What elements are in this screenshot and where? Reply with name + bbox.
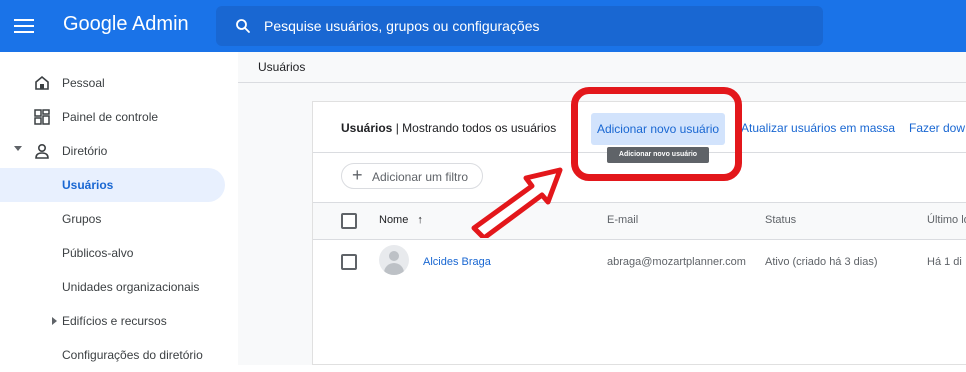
sidebar-item-diretorio[interactable]: Diretório [0, 134, 225, 168]
sidebar-item-label: Edifícios e recursos [62, 314, 167, 328]
sidebar-item-label: Painel de controle [62, 110, 159, 124]
column-header-name[interactable]: Nome ↑ [379, 214, 423, 226]
panel-title-strong: Usuários [341, 121, 393, 135]
sidebar-item-edificios[interactable]: Edifícios e recursos [0, 304, 225, 338]
top-bar: Google Admin Pesquise usuários, grupos o… [0, 0, 966, 52]
bulk-update-link[interactable]: Atualizar usuários em massa [741, 121, 895, 135]
menu-icon[interactable] [14, 16, 34, 36]
app-name[interactable]: Google Admin [63, 13, 189, 36]
sidebar-item-label: Grupos [62, 212, 102, 226]
user-name-link[interactable]: Alcides Braga [423, 256, 491, 268]
annotation-arrow-icon [471, 167, 563, 238]
dashboard-icon [34, 109, 50, 125]
sort-arrow-icon[interactable]: ↑ [417, 214, 423, 226]
row-checkbox[interactable] [341, 254, 357, 270]
filter-label: Adicionar um filtro [372, 170, 469, 184]
sidebar-item-usuarios[interactable]: Usuários [0, 168, 225, 202]
panel-title-rest: | Mostrando todos os usuários [392, 121, 557, 135]
avatar [379, 245, 409, 275]
column-header-email[interactable]: E-mail [607, 214, 638, 226]
person-icon [35, 143, 49, 159]
highlight-box [571, 87, 742, 181]
download-users-link[interactable]: Fazer dow [909, 121, 965, 135]
sidebar-item-label: Unidades organizacionais [62, 280, 200, 294]
sidebar-item-label: Públicos-alvo [62, 246, 134, 260]
sidebar-item-unidades[interactable]: Unidades organizacionais [0, 270, 225, 304]
column-header-last-login[interactable]: Último lo [927, 214, 966, 226]
sidebar-item-label: Usuários [62, 178, 114, 192]
divider [238, 82, 966, 83]
search-input[interactable]: Pesquise usuários, grupos ou configuraçõ… [264, 18, 540, 34]
sidebar-item-configuracoes[interactable]: Configurações do diretório [0, 338, 225, 372]
user-last-login: Há 1 di [927, 256, 962, 268]
sidebar-item-grupos[interactable]: Grupos [0, 202, 225, 236]
home-icon [35, 75, 49, 90]
select-all-checkbox[interactable] [341, 213, 357, 229]
breadcrumb: Usuários [258, 60, 306, 74]
search-icon [236, 19, 250, 33]
chevron-down-icon[interactable] [14, 146, 22, 151]
sidebar-item-label: Configurações do diretório [62, 348, 203, 362]
add-filter-button[interactable]: + Adicionar um filtro [341, 163, 483, 189]
user-status: Ativo (criado há 3 dias) [765, 256, 878, 268]
sidebar-item-publicos-alvo[interactable]: Públicos-alvo [0, 236, 225, 270]
sidebar-item-label: Pessoal [62, 76, 105, 90]
chevron-right-icon[interactable] [52, 317, 57, 325]
column-header-status[interactable]: Status [765, 214, 796, 226]
table-row[interactable]: Alcides Braga abraga@mozartplanner.com A… [313, 240, 966, 286]
panel-title: Usuários | Mostrando todos os usuários [341, 121, 556, 135]
sidebar: Pessoal Painel de controle Diretório Usu… [0, 52, 238, 365]
column-header-label: Nome [379, 214, 409, 226]
table-header: Nome ↑ E-mail Status Último lo [313, 203, 966, 239]
sidebar-item-label: Diretório [62, 144, 108, 158]
search-bar[interactable]: Pesquise usuários, grupos ou configuraçõ… [216, 6, 823, 46]
user-email: abraga@mozartplanner.com [607, 256, 746, 268]
plus-icon: + [352, 165, 363, 185]
sidebar-item-pessoal[interactable]: Pessoal [0, 66, 225, 100]
sidebar-item-painel[interactable]: Painel de controle [0, 100, 225, 134]
